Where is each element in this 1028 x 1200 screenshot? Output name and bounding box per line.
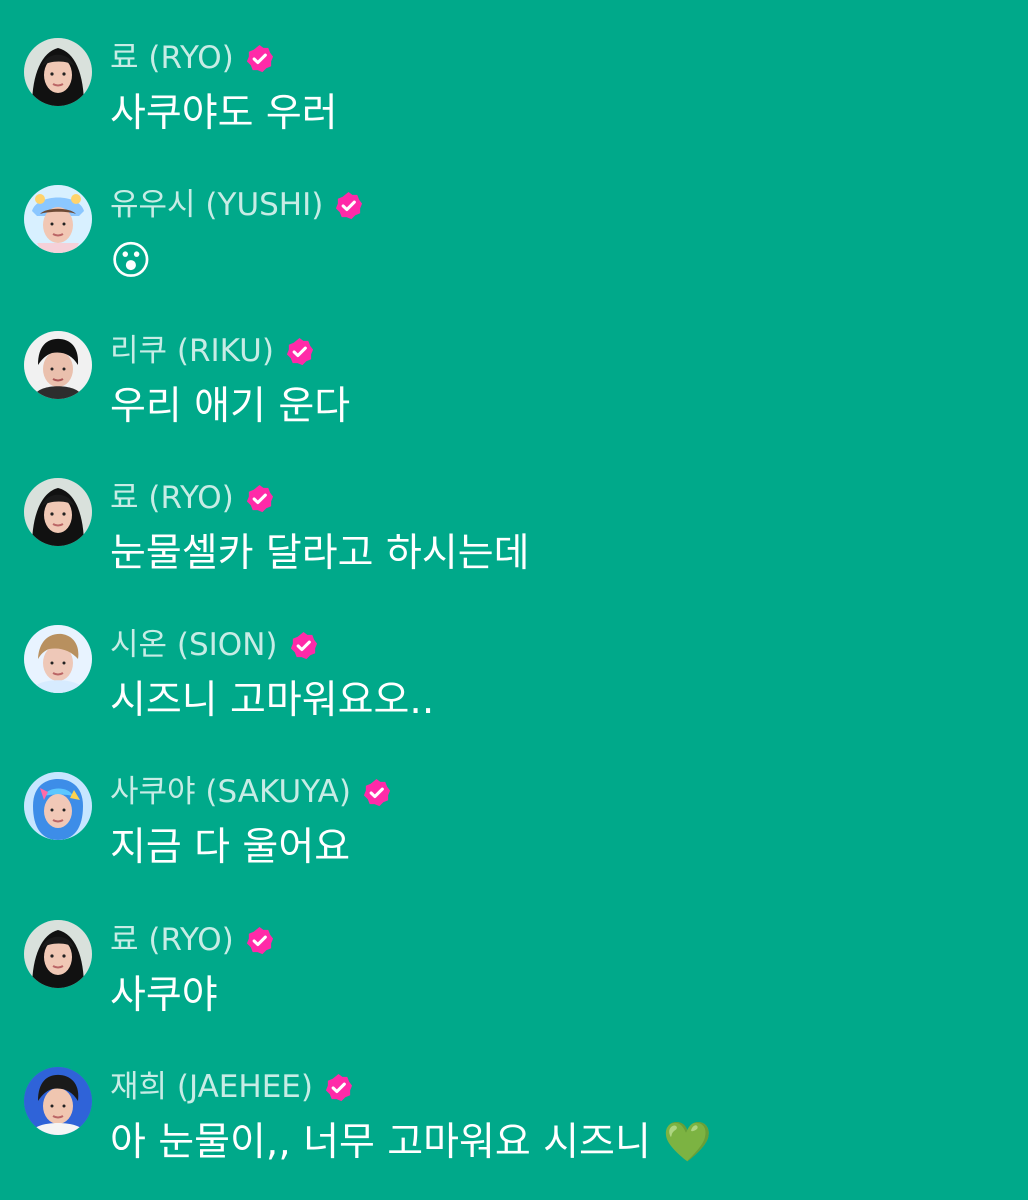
portrait-dark-hair-avatar[interactable]: [24, 331, 92, 399]
chat-message: 사쿠야 (SAKUYA) 지금 다 울어요: [24, 772, 1004, 892]
chat-message: 시온 (SION) 시즈니 고마워요오..: [24, 625, 1004, 745]
message-text: 사쿠야: [110, 973, 218, 1018]
username[interactable]: 료 (RYO): [110, 478, 234, 518]
username[interactable]: 시온 (SION): [110, 625, 278, 665]
verified-check-icon: [286, 337, 314, 365]
chat-message: 료 (RYO) 사쿠야도 우러: [24, 38, 1004, 158]
verified-check-icon: [246, 484, 273, 512]
username-row: 료 (RYO): [110, 478, 275, 518]
portrait-hood-avatar[interactable]: [24, 478, 92, 546]
message-text: 우리 애기 운다: [110, 384, 351, 429]
username-row: 재희 (JAEHEE): [110, 1067, 354, 1107]
username-row: 사쿠야 (SAKUYA): [110, 772, 392, 812]
username-row: 료 (RYO): [110, 920, 275, 960]
username[interactable]: 사쿠야 (SAKUYA): [110, 772, 351, 812]
chat-list: 료 (RYO) 사쿠야도 우러 유우시 (YUSHI) 😮 리쿠 (RIKU) …: [0, 0, 1028, 1200]
verified-check-icon: [246, 44, 273, 72]
message-text: 눈물셀카 달라고 하시는데: [110, 531, 530, 576]
username-row: 시온 (SION): [110, 625, 319, 665]
portrait-blue-scarf-avatar[interactable]: [24, 772, 92, 840]
username[interactable]: 유우시 (YUSHI): [110, 185, 323, 225]
username[interactable]: 료 (RYO): [110, 38, 234, 78]
chat-message: 유우시 (YUSHI) 😮: [24, 185, 1004, 305]
portrait-hood-avatar[interactable]: [24, 920, 92, 988]
verified-check-icon: [363, 778, 391, 806]
message-text: 지금 다 울어요: [110, 825, 351, 870]
username[interactable]: 리쿠 (RIKU): [110, 331, 274, 371]
message-text: 아 눈물이,, 너무 고마워요 시즈니 💚: [110, 1120, 712, 1165]
portrait-hood-avatar[interactable]: [24, 38, 92, 106]
portrait-blue-wall-avatar[interactable]: [24, 1067, 92, 1135]
portrait-pastel-hat-avatar[interactable]: [24, 185, 92, 253]
username[interactable]: 료 (RYO): [110, 920, 234, 960]
message-text: 시즈니 고마워요오..: [110, 678, 435, 723]
portrait-light-hair-avatar[interactable]: [24, 625, 92, 693]
verified-check-icon: [325, 1073, 353, 1101]
chat-message: 재희 (JAEHEE) 아 눈물이,, 너무 고마워요 시즈니 💚: [24, 1067, 1004, 1187]
chat-message: 료 (RYO) 사쿠야: [24, 920, 1004, 1040]
message-text: 사쿠야도 우러: [110, 91, 338, 136]
chat-message: 리쿠 (RIKU) 우리 애기 운다: [24, 331, 1004, 451]
username[interactable]: 재희 (JAEHEE): [110, 1067, 313, 1107]
verified-check-icon: [246, 926, 273, 954]
chat-message: 료 (RYO) 눈물셀카 달라고 하시는데: [24, 478, 1004, 598]
message-text: 😮: [110, 238, 152, 284]
username-row: 료 (RYO): [110, 38, 275, 78]
username-row: 리쿠 (RIKU): [110, 331, 315, 371]
verified-check-icon: [336, 191, 363, 219]
verified-check-icon: [290, 631, 317, 659]
username-row: 유우시 (YUSHI): [110, 185, 364, 225]
